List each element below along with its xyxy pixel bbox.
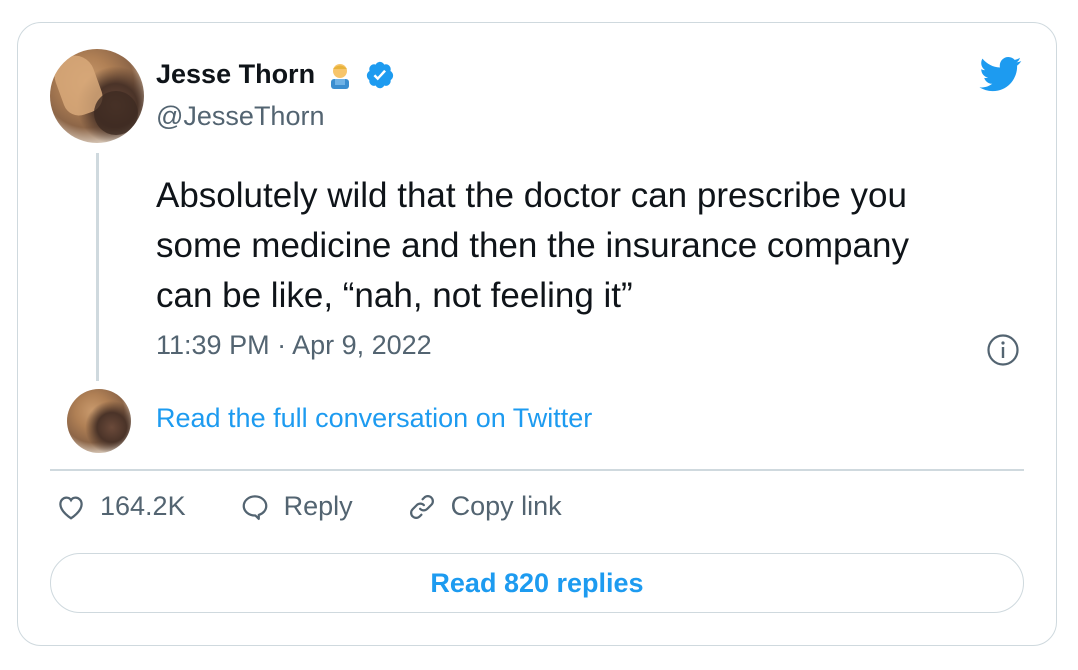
thread-line [96,153,99,381]
twitter-bird-icon[interactable] [976,53,1026,95]
author-avatar-small [67,389,131,453]
man-farmer-emoji-icon [325,60,355,90]
avatar-photo-detail [94,91,138,135]
author-avatar[interactable] [50,49,144,143]
heart-icon [59,495,83,520]
tweet-actions: 164.2K Reply Copy link [56,491,616,522]
tweet-text: Absolutely wild that the doctor can pres… [156,176,909,315]
info-icon[interactable] [986,333,1020,367]
reply-button[interactable]: Reply [240,491,353,522]
copy-link-label: Copy link [450,491,562,521]
read-replies-button[interactable]: Read 820 replies [50,553,1024,613]
like-count: 164.2K [100,491,186,521]
tweet-timestamp[interactable]: 11:39 PM · Apr 9, 2022 [156,330,432,361]
reply-label: Reply [283,491,353,521]
link-icon [409,494,434,519]
author-display-name[interactable]: Jesse Thorn [156,59,315,90]
author-name-row: Jesse Thorn [156,59,395,90]
like-button[interactable]: 164.2K [56,491,186,522]
copy-link-button[interactable]: Copy link [407,491,562,522]
speech-bubble-icon [242,494,267,520]
tweet-card: Jesse Thorn @JesseThorn Absolutely wild … [17,22,1057,646]
verified-badge-icon [365,60,395,90]
divider [50,469,1024,471]
author-handle[interactable]: @JesseThorn [156,101,324,132]
read-full-conversation-link[interactable]: Read the full conversation on Twitter [156,403,592,434]
